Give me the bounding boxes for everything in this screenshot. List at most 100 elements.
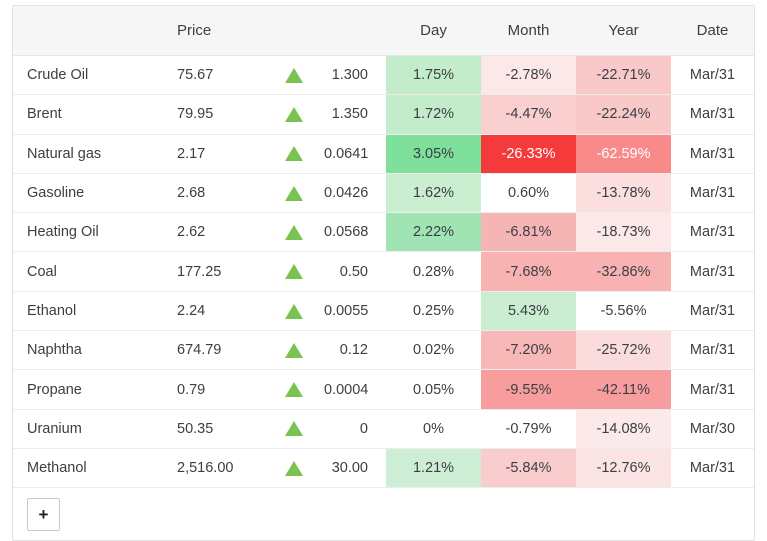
commodity-change-cell: 0: [324, 409, 386, 449]
direction-cell: [264, 409, 324, 449]
direction-cell: [264, 134, 324, 174]
arrow-up-icon: [285, 421, 303, 437]
commodities-table: Price Day Month Year Date Crude Oil 75.67…: [13, 6, 754, 540]
table-header: Price Day Month Year Date: [13, 6, 754, 56]
column-header-year[interactable]: Year: [576, 6, 671, 56]
table-row[interactable]: Crude Oil 75.67 1.300 1.75% -2.78% -22.71% Mar…: [13, 55, 754, 96]
commodity-price-cell: 2.24: [159, 291, 264, 332]
arrow-up-icon: [285, 225, 303, 240]
direction-cell: [264, 94, 324, 135]
commodity-name-cell[interactable]: Methanol: [13, 448, 159, 489]
commodity-name-cell[interactable]: Ethanol: [13, 291, 159, 332]
commodity-name-cell[interactable]: Brent: [13, 94, 159, 135]
commodity-price-cell: 674.79: [159, 330, 264, 371]
commodity-year-cell: -42.11%: [576, 369, 671, 410]
table-footer: +: [13, 488, 754, 541]
commodity-name-cell[interactable]: Propane: [13, 369, 159, 410]
arrow-up-icon: [285, 264, 303, 280]
table-row[interactable]: Uranium 50.35 0 0% -0.79% -14.08% Mar/30: [13, 409, 754, 449]
commodity-change-cell: 0.0055: [324, 291, 386, 332]
direction-cell: [264, 212, 324, 253]
commodity-month-cell: 0.60%: [481, 173, 576, 214]
commodity-date-cell: Mar/30: [671, 409, 754, 449]
arrow-up-icon: [285, 303, 303, 319]
direction-cell: [264, 448, 324, 489]
commodity-year-cell: -25.72%: [576, 330, 671, 371]
column-header-arrow: [264, 6, 324, 56]
column-header-date[interactable]: Date: [671, 6, 754, 56]
table-row[interactable]: Propane 0.79 0.0004 0.05% -9.55% -42.11% Mar/3…: [13, 369, 754, 410]
commodity-month-cell: -2.78%: [481, 55, 576, 96]
table-row[interactable]: Natural gas 2.17 0.0641 3.05% -26.33% -62.59%…: [13, 134, 754, 174]
commodity-price-cell: 2.68: [159, 173, 264, 214]
commodity-price-cell: 79.95: [159, 94, 264, 135]
commodity-change-cell: 1.350: [324, 94, 386, 135]
commodity-name-cell[interactable]: Natural gas: [13, 134, 159, 174]
table-row[interactable]: Brent 79.95 1.350 1.72% -4.47% -22.24% Mar/31: [13, 94, 754, 135]
commodity-day-cell: 3.05%: [386, 134, 481, 174]
commodity-name-cell[interactable]: Coal: [13, 251, 159, 292]
table-row[interactable]: Heating Oil 2.62 0.0568 2.22% -6.81% -18.73% M…: [13, 212, 754, 253]
commodity-date-cell: Mar/31: [671, 94, 754, 135]
commodity-change-cell: 30.00: [324, 448, 386, 489]
direction-cell: [264, 251, 324, 292]
direction-cell: [264, 55, 324, 96]
commodity-year-cell: -62.59%: [576, 134, 671, 174]
commodity-year-cell: -22.24%: [576, 94, 671, 135]
commodity-day-cell: 0.28%: [386, 251, 481, 292]
table-row[interactable]: Ethanol 2.24 0.0055 0.25% 5.43% -5.56% Mar/31: [13, 291, 754, 332]
table-row[interactable]: Coal 177.25 0.50 0.28% -7.68% -32.86% Mar/31: [13, 251, 754, 292]
commodity-date-cell: Mar/31: [671, 55, 754, 96]
commodity-month-cell: 5.43%: [481, 291, 576, 332]
direction-cell: [264, 369, 324, 410]
commodity-year-cell: -13.78%: [576, 173, 671, 214]
column-header-month[interactable]: Month: [481, 6, 576, 56]
commodity-month-cell: -7.20%: [481, 330, 576, 371]
commodity-date-cell: Mar/31: [671, 173, 754, 214]
direction-cell: [264, 291, 324, 332]
commodity-date-cell: Mar/31: [671, 330, 754, 371]
commodity-date-cell: Mar/31: [671, 448, 754, 489]
header-row: Price Day Month Year Date: [13, 6, 754, 56]
commodity-change-cell: 1.300: [324, 55, 386, 96]
column-header-change: [324, 6, 386, 56]
column-header-price[interactable]: Price: [159, 6, 264, 56]
footer-row: +: [13, 488, 754, 541]
commodity-month-cell: -9.55%: [481, 369, 576, 410]
commodity-day-cell: 2.22%: [386, 212, 481, 253]
commodity-price-cell: 2.62: [159, 212, 264, 253]
column-header-day[interactable]: Day: [386, 6, 481, 56]
arrow-up-icon: [285, 185, 303, 201]
table-row[interactable]: Naphtha 674.79 0.12 0.02% -7.20% -25.72% Mar/3…: [13, 330, 754, 371]
commodity-year-cell: -18.73%: [576, 212, 671, 253]
commodity-price-cell: 50.35: [159, 409, 264, 449]
commodity-date-cell: Mar/31: [671, 291, 754, 332]
commodity-price-cell: 0.79: [159, 369, 264, 410]
commodity-day-cell: 0%: [386, 409, 481, 449]
commodities-table-container: Price Day Month Year Date Crude Oil 75.67…: [12, 5, 755, 541]
commodity-change-cell: 0.0426: [324, 173, 386, 214]
commodity-day-cell: 0.02%: [386, 330, 481, 371]
commodity-change-cell: 0.50: [324, 251, 386, 292]
table-row[interactable]: Gasoline 2.68 0.0426 1.62% 0.60% -13.78% Mar/3…: [13, 173, 754, 214]
commodity-price-cell: 177.25: [159, 251, 264, 292]
commodity-name-cell[interactable]: Naphtha: [13, 330, 159, 371]
commodity-change-cell: 0.12: [324, 330, 386, 371]
table-row[interactable]: Methanol 2,516.00 30.00 1.21% -5.84% -12.76% M…: [13, 448, 754, 489]
table-body: Crude Oil 75.67 1.300 1.75% -2.78% -22.71% Mar…: [13, 55, 754, 489]
column-header-name[interactable]: [13, 6, 159, 56]
commodity-name-cell[interactable]: Uranium: [13, 409, 159, 449]
direction-cell: [264, 173, 324, 214]
commodity-day-cell: 1.75%: [386, 55, 481, 96]
commodity-month-cell: -5.84%: [481, 448, 576, 489]
commodity-name-cell[interactable]: Heating Oil: [13, 212, 159, 253]
commodity-day-cell: 0.25%: [386, 291, 481, 332]
commodity-price-cell: 2.17: [159, 134, 264, 174]
commodity-year-cell: -5.56%: [576, 291, 671, 332]
commodity-name-cell[interactable]: Gasoline: [13, 173, 159, 214]
arrow-up-icon: [285, 107, 303, 123]
commodity-month-cell: -0.79%: [481, 409, 576, 449]
commodity-name-cell[interactable]: Crude Oil: [13, 55, 159, 96]
commodity-price-cell: 2,516.00: [159, 448, 264, 489]
add-row-button[interactable]: +: [27, 497, 60, 531]
